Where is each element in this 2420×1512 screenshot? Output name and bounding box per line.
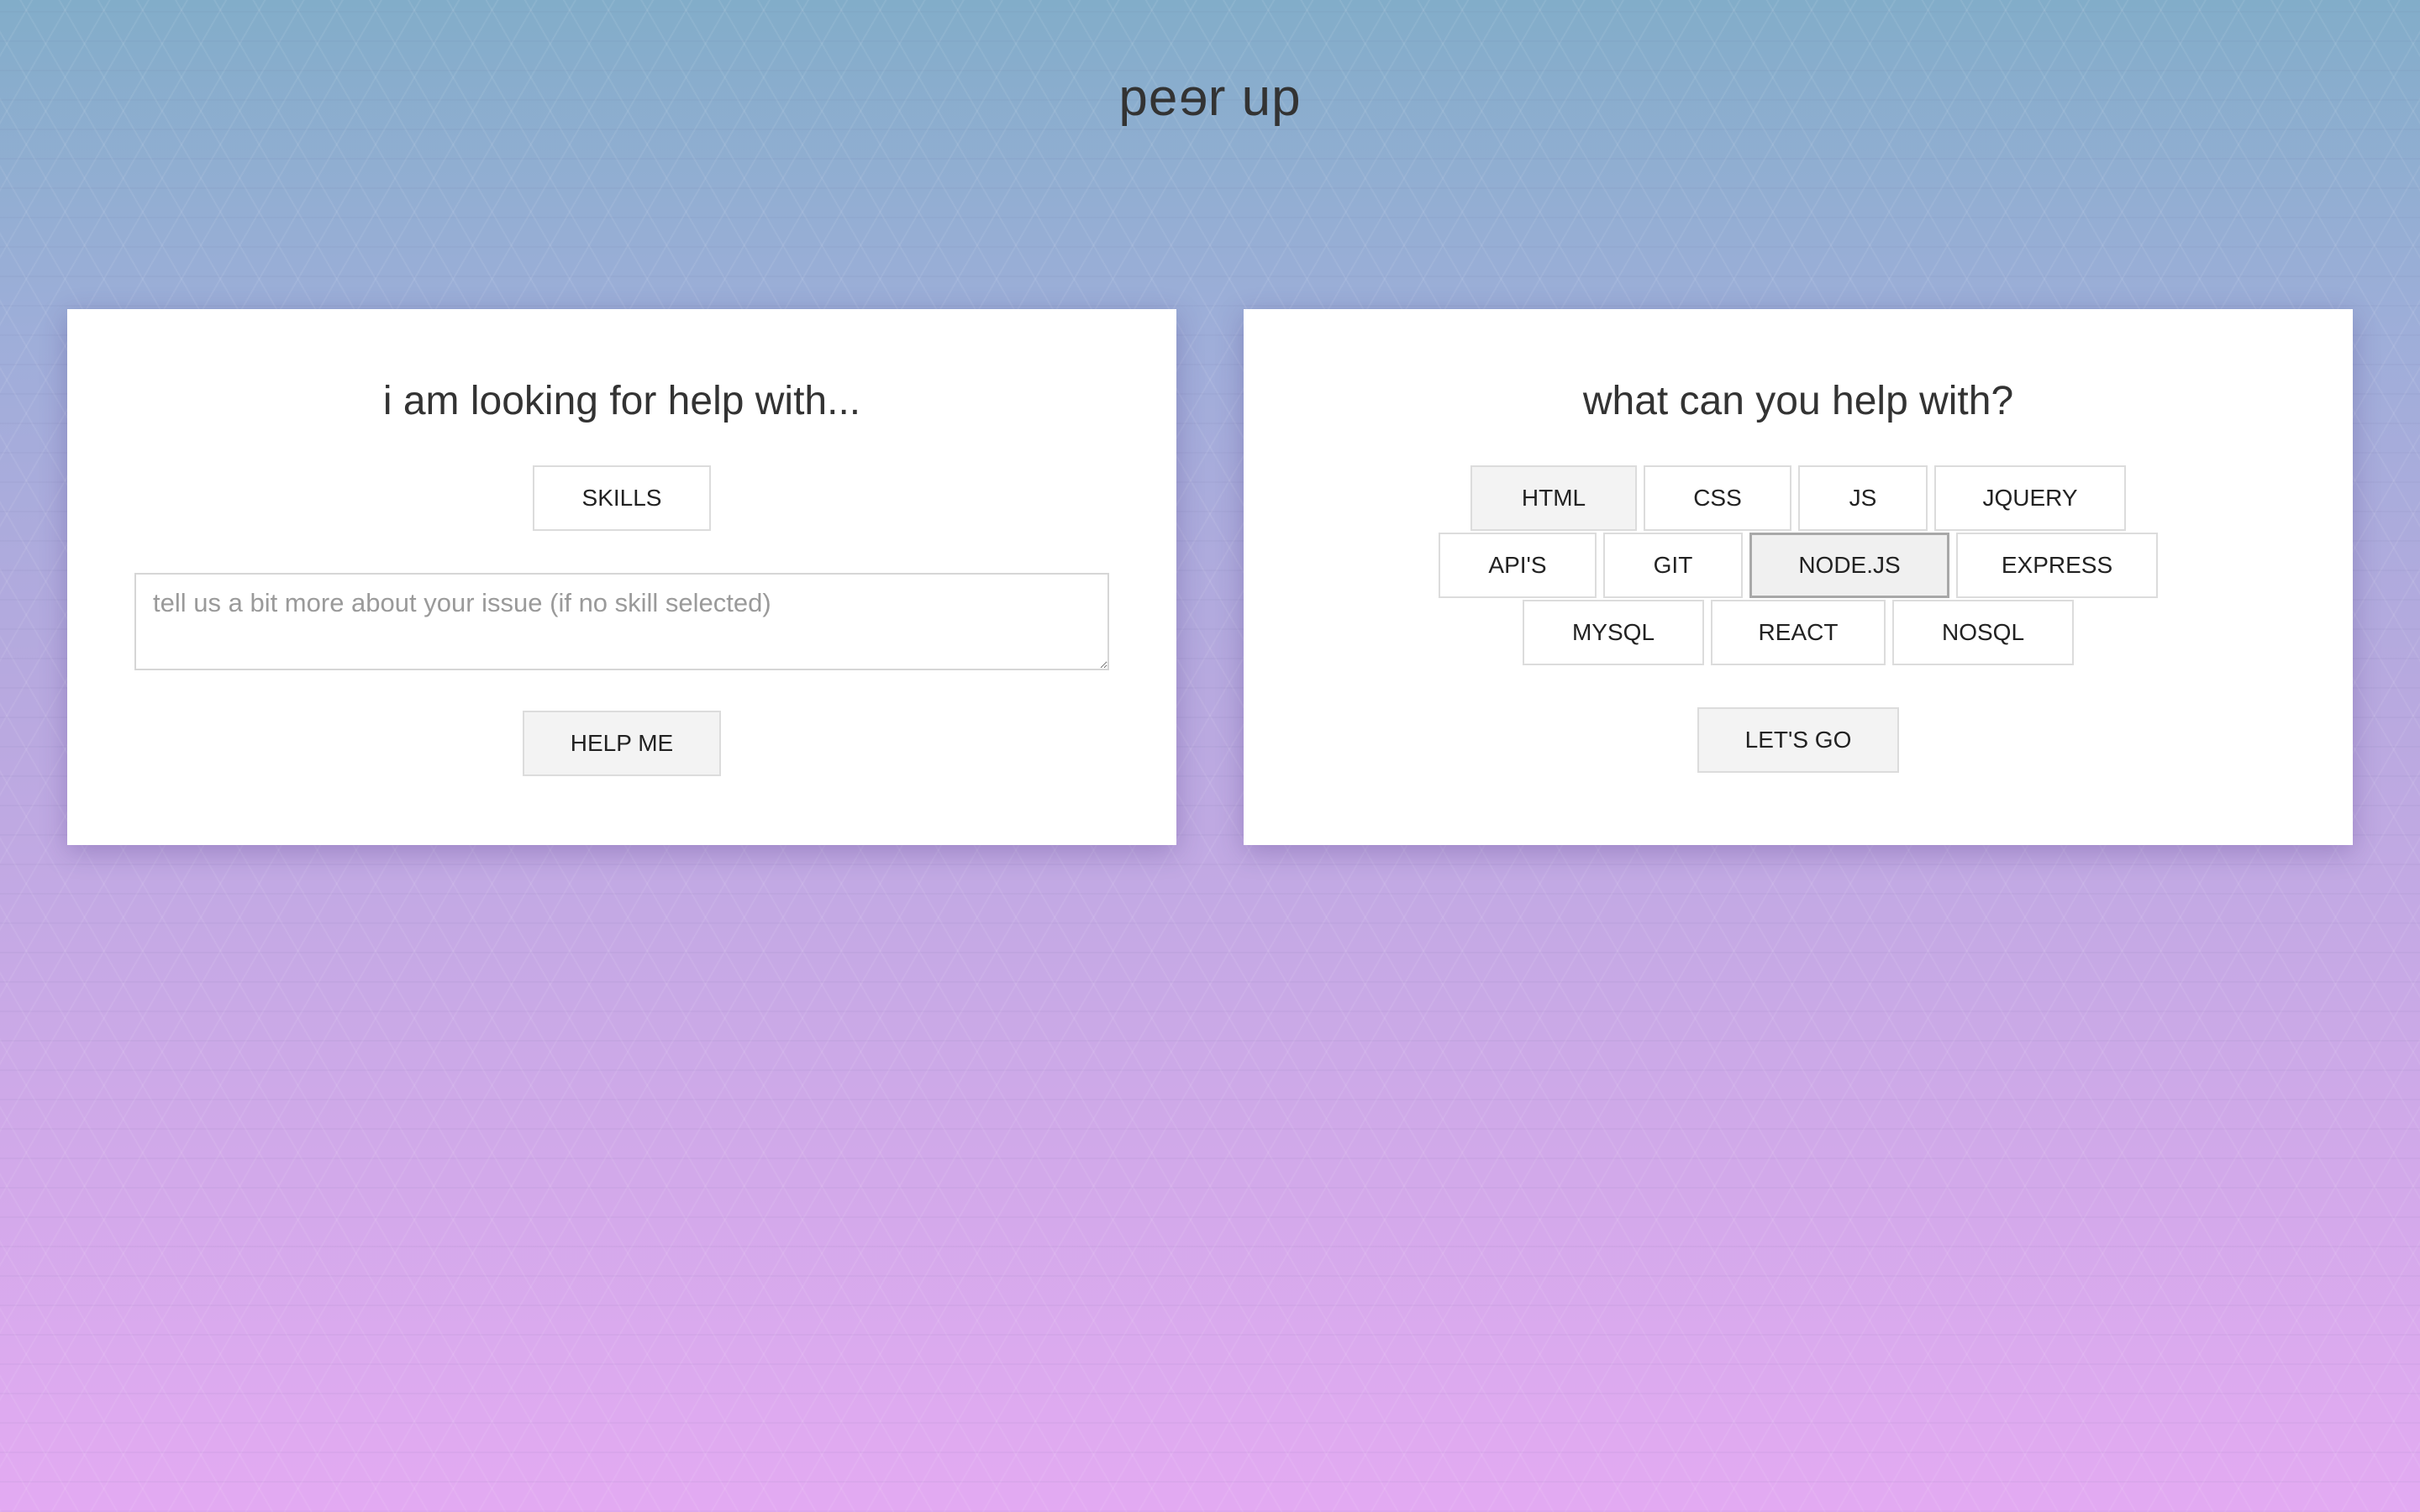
skill-option-jquery[interactable]: JQUERY [1934,465,2126,531]
lets-go-button[interactable]: LET'S GO [1697,707,1899,773]
skill-option-express[interactable]: EXPRESS [1956,533,2158,598]
skill-option-css[interactable]: CSS [1644,465,1791,531]
skill-row: HTML CSS JS JQUERY [1244,465,2353,531]
skill-option-react[interactable]: REACT [1711,600,1886,665]
skill-row: API'S GIT NODE.JS EXPRESS [1244,533,2353,598]
help-me-button[interactable]: HELP ME [523,711,721,776]
site-title-part1: pe [1118,69,1179,127]
helper-card-heading: what can you help with? [1582,379,2014,423]
issue-description-input[interactable] [134,573,1109,670]
site-title: peer up [0,69,2420,127]
site-title-part2: r up [1207,69,1302,127]
skill-option-js[interactable]: JS [1798,465,1928,531]
skill-option-git[interactable]: GIT [1603,533,1743,598]
skill-options: HTML CSS JS JQUERY API'S GIT NODE.JS EXP… [1244,465,2353,667]
skill-option-apis[interactable]: API'S [1439,533,1597,598]
seeker-card: i am looking for help with... SKILLS HEL… [67,309,1176,845]
skill-row: MYSQL REACT NOSQL [1244,600,2353,665]
skill-option-html[interactable]: HTML [1470,465,1637,531]
helper-card: what can you help with? HTML CSS JS JQUE… [1244,309,2353,845]
skills-button[interactable]: SKILLS [533,465,711,531]
skill-option-nodejs[interactable]: NODE.JS [1749,533,1949,598]
skill-option-mysql[interactable]: MYSQL [1523,600,1704,665]
seeker-card-heading: i am looking for help with... [382,379,861,423]
skill-option-nosql[interactable]: NOSQL [1892,600,2074,665]
site-title-flipped-letter: e [1178,69,1208,127]
